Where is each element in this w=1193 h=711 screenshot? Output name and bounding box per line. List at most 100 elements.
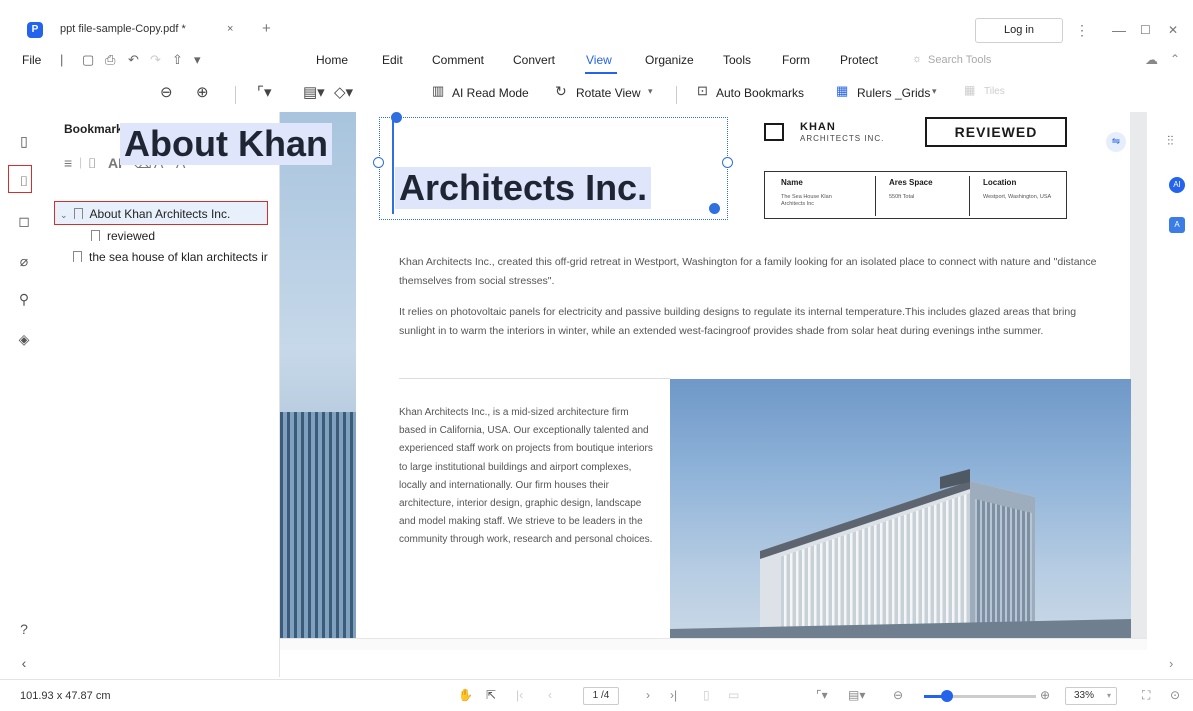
search-tools-input[interactable]: Search Tools — [928, 54, 991, 66]
bookmark-item[interactable]: ⌄ About Khan Architects Inc. — [60, 207, 230, 221]
menu-comment[interactable]: Comment — [432, 53, 484, 67]
fullscreen-icon[interactable]: ⛶ — [1142, 688, 1150, 703]
page-layout-icon[interactable]: ▤▾ — [848, 688, 865, 702]
login-button[interactable]: Log in — [975, 18, 1063, 43]
building-glass-facade — [280, 412, 356, 638]
menu-organize[interactable]: Organize — [645, 53, 694, 67]
menu-bar: File | ▢ ⎙ ↶ ↷ ⇧ ▾ Home Edit Comment Con… — [0, 44, 1193, 74]
layers-icon[interactable]: ◈ — [14, 329, 34, 349]
bookmark-item[interactable]: the sea house of klan architects ir — [73, 250, 268, 264]
rotate-view-dropdown-icon[interactable]: ▾ — [648, 86, 653, 97]
table-cell: The Sea House Klan Architects Inc — [781, 194, 832, 207]
share-icon[interactable]: ⇧ — [172, 52, 183, 68]
close-window-button[interactable]: ✕ — [1168, 18, 1178, 42]
rulers-grids-icon[interactable]: ▦ — [836, 83, 848, 99]
select-tool-icon[interactable]: ⌜▾ — [257, 83, 272, 101]
comments-icon[interactable]: ◻ — [14, 211, 34, 231]
bookmark-item[interactable]: reviewed — [91, 229, 155, 243]
ai-translate-icon[interactable]: ⇋ — [1106, 132, 1126, 152]
ai-read-mode-icon[interactable]: ▥ — [432, 83, 444, 99]
tab-close-icon[interactable]: × — [227, 16, 233, 42]
zoom-dropdown-icon[interactable]: ▾ — [1107, 688, 1111, 704]
document-tab[interactable]: ppt file-sample-Copy.pdf * × — [52, 16, 244, 42]
tiles-button: Tiles — [984, 86, 1005, 97]
expand-all-icon[interactable]: ≡ — [64, 155, 72, 171]
last-page-icon[interactable]: ›| — [670, 688, 677, 702]
bookmarks-rail-highlight — [8, 165, 32, 193]
fill-color-icon[interactable]: ◇▾ — [334, 83, 353, 101]
text-selection-box[interactable] — [379, 117, 728, 220]
properties-icon[interactable]: ⫶⫶ — [1167, 133, 1174, 149]
headline-line-1[interactable]: About Khan — [120, 123, 332, 165]
undo-icon[interactable]: ↶ — [128, 52, 139, 68]
ai-assistant-icon[interactable]: AI — [1169, 177, 1185, 193]
rulers-dropdown-icon[interactable]: ▾ — [932, 86, 937, 97]
maximize-button[interactable]: ☐ — [1140, 18, 1151, 42]
add-bookmark-icon[interactable]: ⌷ — [88, 155, 96, 172]
first-page-icon[interactable]: |‹ — [516, 688, 523, 702]
thumbnails-icon[interactable]: ▯ — [14, 131, 34, 151]
collapse-left-icon[interactable]: ‹ — [14, 653, 34, 673]
previous-page-icon[interactable]: ‹ — [548, 688, 552, 702]
zoom-in-small-icon[interactable]: ⊕ — [1040, 688, 1050, 702]
two-page-icon[interactable]: ▭ — [728, 688, 739, 702]
more-options-icon[interactable]: ⋮ — [1075, 18, 1089, 42]
tab-title: ppt file-sample-Copy.pdf * — [60, 23, 186, 35]
next-page-icon[interactable]: › — [646, 688, 650, 702]
auto-bookmarks-button[interactable]: Auto Bookmarks — [716, 86, 804, 100]
zoom-in-icon[interactable]: ⊕ — [196, 83, 209, 101]
single-page-icon[interactable]: ▯ — [703, 688, 710, 702]
zoom-out-small-icon[interactable]: ⊖ — [893, 688, 903, 702]
menu-edit[interactable]: Edit — [382, 53, 403, 67]
logo-subtitle: ARCHITECTS INC. — [800, 134, 885, 143]
auto-bookmarks-icon[interactable]: ⊡ — [697, 83, 708, 99]
customize-dropdown-icon[interactable]: ▾ — [194, 52, 201, 68]
save-icon[interactable]: ▢ — [82, 52, 94, 68]
rotate-view-icon[interactable]: ↻ — [555, 83, 567, 100]
left-sidebar-rail: ▯ ⌷ ◻ ⌀ ⚲ ◈ ? ‹ — [0, 112, 48, 677]
menu-tools[interactable]: Tools — [723, 53, 751, 67]
zoom-slider-knob[interactable] — [941, 690, 953, 702]
expand-chevron-icon[interactable]: ⌄ — [60, 210, 68, 220]
resize-handle[interactable] — [373, 157, 384, 168]
fit-mode-icon[interactable]: ⌜▾ — [816, 688, 828, 702]
new-tab-button[interactable]: + — [262, 18, 271, 40]
quick-access-divider: | — [60, 52, 64, 67]
print-icon[interactable]: ⎙ — [105, 52, 115, 68]
table-header: Ares Space — [889, 178, 933, 187]
horizontal-scrollbar[interactable] — [280, 638, 1147, 650]
ai-translate-panel-icon[interactable]: A — [1169, 217, 1185, 233]
menu-protect[interactable]: Protect — [840, 53, 878, 67]
collapse-ribbon-icon[interactable]: ⌃ — [1170, 52, 1180, 66]
menu-form[interactable]: Form — [782, 53, 810, 67]
page-display-icon[interactable]: ▤▾ — [303, 83, 325, 101]
cloud-upload-icon[interactable]: ☁ — [1145, 52, 1158, 68]
zoom-out-icon[interactable]: ⊖ — [160, 83, 173, 101]
resize-handle[interactable] — [722, 157, 733, 168]
page-number-input[interactable]: 1 /4 — [583, 687, 619, 705]
hand-tool-icon[interactable]: ✋ — [458, 688, 473, 702]
title-bar: P ppt file-sample-Copy.pdf * × + Log in … — [0, 0, 1193, 43]
rulers-grids-button[interactable]: Rulers _Grids — [857, 86, 930, 100]
minimize-button[interactable]: — — [1112, 18, 1126, 42]
search-icon[interactable]: ⚲ — [14, 289, 34, 309]
menu-file[interactable]: File — [22, 53, 41, 67]
menu-convert[interactable]: Convert — [513, 53, 555, 67]
menu-view[interactable]: View — [586, 53, 612, 67]
help-icon[interactable]: ? — [14, 619, 34, 639]
select-tool-icon[interactable]: ⇱ — [486, 688, 496, 702]
resize-handle[interactable] — [709, 203, 720, 214]
resize-handle[interactable] — [391, 112, 402, 123]
attachments-icon[interactable]: ⌀ — [14, 251, 34, 271]
table-divider — [875, 176, 876, 216]
menu-home[interactable]: Home — [316, 53, 348, 67]
bookmark-toolbar-divider: | — [79, 155, 83, 169]
more-view-options-icon[interactable]: ⊙ — [1170, 688, 1180, 702]
zoom-level-select[interactable]: 33% ▾ — [1065, 687, 1117, 705]
rotate-view-button[interactable]: Rotate View — [576, 86, 640, 100]
ai-read-mode-button[interactable]: AI Read Mode — [452, 86, 529, 100]
redo-icon[interactable]: ↷ — [150, 52, 161, 68]
table-divider — [969, 176, 970, 216]
expand-right-icon[interactable]: › — [1169, 656, 1173, 671]
reviewed-stamp[interactable]: REVIEWED — [925, 117, 1067, 147]
